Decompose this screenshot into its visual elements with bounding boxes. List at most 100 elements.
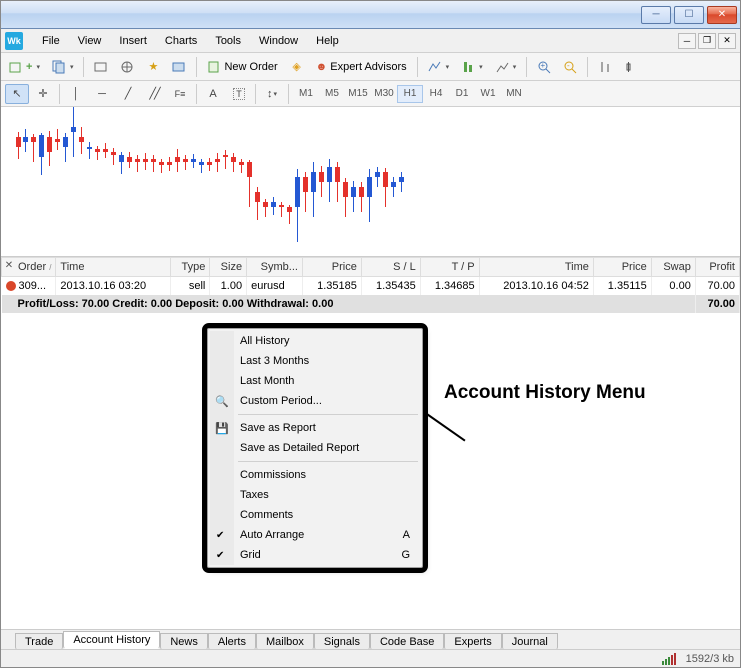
save-icon: 💾 <box>214 420 230 436</box>
timeframe-m5[interactable]: M5 <box>319 85 345 103</box>
menu-tools[interactable]: Tools <box>206 33 250 49</box>
close-button[interactable]: ✕ <box>707 6 737 24</box>
menu-taxes[interactable]: Taxes <box>210 485 420 505</box>
bar-chart-button[interactable] <box>594 56 616 78</box>
chart-area[interactable] <box>1 107 740 257</box>
timeframe-m30[interactable]: M30 <box>371 85 397 103</box>
vertical-line-button[interactable]: │ <box>64 84 88 104</box>
tab-trade[interactable]: Trade <box>15 633 63 650</box>
candle-chart-button[interactable] <box>620 56 642 78</box>
navigator-button[interactable] <box>116 56 138 78</box>
close-panel-button[interactable]: ✕ <box>3 259 15 271</box>
timeframe-mn[interactable]: MN <box>501 85 527 103</box>
metaquotes-button[interactable]: ◈ <box>286 56 308 78</box>
templates-button[interactable]: ▾ <box>491 56 521 78</box>
maximize-button[interactable]: ☐ <box>674 6 704 24</box>
tab-code-base[interactable]: Code Base <box>370 633 444 650</box>
summary-profit: 70.00 <box>695 295 739 313</box>
mdi-minimize-button[interactable]: ─ <box>678 33 696 49</box>
order-icon <box>6 281 16 291</box>
column-header[interactable]: Symb... <box>247 258 303 277</box>
tab-signals[interactable]: Signals <box>314 633 370 650</box>
tab-news[interactable]: News <box>160 633 208 650</box>
cell-price2: 1.35115 <box>593 277 651 296</box>
profiles-button[interactable]: ▾ <box>48 56 78 78</box>
cell-profit: 70.00 <box>695 277 739 296</box>
mdi-close-button[interactable]: ✕ <box>718 33 736 49</box>
column-header[interactable]: Type <box>170 258 210 277</box>
menu-last-3-months[interactable]: Last 3 Months <box>210 351 420 371</box>
cell-price: 1.35185 <box>302 277 361 296</box>
status-kb: 1592/3 kb <box>686 653 734 665</box>
menu-commissions[interactable]: Commissions <box>210 465 420 485</box>
arrows-button[interactable]: ↕▾ <box>260 84 284 104</box>
menu-save-as-report[interactable]: 💾Save as Report <box>210 418 420 438</box>
menu-auto-arrange[interactable]: ✔Auto ArrangeA <box>210 525 420 545</box>
zoom-in-button[interactable]: + <box>533 56 555 78</box>
zoom-out-button[interactable]: - <box>559 56 581 78</box>
mdi-restore-button[interactable]: ❐ <box>698 33 716 49</box>
text-label-button[interactable]: T <box>227 84 251 104</box>
terminal-button[interactable] <box>168 56 190 78</box>
tab-mailbox[interactable]: Mailbox <box>256 633 314 650</box>
timeframe-m15[interactable]: M15 <box>345 85 371 103</box>
tab-experts[interactable]: Experts <box>444 633 501 650</box>
tab-account-history[interactable]: Account History <box>63 631 160 649</box>
column-header[interactable]: Swap <box>651 258 695 277</box>
summary-row: Profit/Loss: 70.00 Credit: 0.00 Deposit:… <box>2 295 740 313</box>
timeframe-m1[interactable]: M1 <box>293 85 319 103</box>
menubar: Wk FileViewInsertChartsToolsWindowHelp ─… <box>1 29 740 53</box>
timeframe-w1[interactable]: W1 <box>475 85 501 103</box>
menu-view[interactable]: View <box>69 33 111 49</box>
column-header[interactable]: Time <box>56 258 170 277</box>
column-header[interactable]: T / P <box>420 258 479 277</box>
check-icon: ✔ <box>216 530 224 541</box>
cell-symbol: eurusd <box>247 277 303 296</box>
column-header[interactable]: Profit <box>695 258 739 277</box>
horizontal-line-button[interactable]: ─ <box>90 84 114 104</box>
indicators-button[interactable]: ▾ <box>424 56 454 78</box>
mdi-controls: ─ ❐ ✕ <box>678 33 736 49</box>
column-header[interactable]: S / L <box>361 258 420 277</box>
periodicity-button[interactable]: ▾ <box>457 56 487 78</box>
cursor-button[interactable]: ↖ <box>5 84 29 104</box>
column-header[interactable]: Price <box>593 258 651 277</box>
menu-window[interactable]: Window <box>250 33 307 49</box>
menu-help[interactable]: Help <box>307 33 348 49</box>
menu-insert[interactable]: Insert <box>110 33 156 49</box>
fibonacci-button[interactable]: F≡ <box>168 84 192 104</box>
drawing-toolbar: ↖ ✛ │ ─ ╱ ╱╱ F≡ A T ↕▾ M1M5M15M30H1H4D1W… <box>1 81 740 107</box>
cell-tp: 1.34685 <box>420 277 479 296</box>
tab-journal[interactable]: Journal <box>502 633 558 650</box>
menu-all-history[interactable]: All History <box>210 331 420 351</box>
market-watch-button[interactable] <box>90 56 112 78</box>
table-row[interactable]: 309... 2013.10.16 03:20 sell 1.00 eurusd… <box>2 277 740 296</box>
menu-last-month[interactable]: Last Month <box>210 371 420 391</box>
expert-advisors-button[interactable]: ☻Expert Advisors <box>312 56 411 78</box>
crosshair-button[interactable]: ✛ <box>31 84 55 104</box>
channel-button[interactable]: ╱╱ <box>142 84 166 104</box>
menu-comments[interactable]: Comments <box>210 505 420 525</box>
column-header[interactable]: Size <box>210 258 247 277</box>
minimize-button[interactable]: ─ <box>641 6 671 24</box>
new-chart-button[interactable]: +▾ <box>5 56 44 78</box>
menu-charts[interactable]: Charts <box>156 33 206 49</box>
trendline-button[interactable]: ╱ <box>116 84 140 104</box>
timeframe-h1[interactable]: H1 <box>397 85 423 103</box>
menu-save-as-detailed-report[interactable]: Save as Detailed Report <box>210 438 420 458</box>
menu-custom-period[interactable]: 🔍Custom Period... <box>210 391 420 411</box>
menu-file[interactable]: File <box>33 33 69 49</box>
data-window-button[interactable]: ★ <box>142 56 164 78</box>
timeframe-h4[interactable]: H4 <box>423 85 449 103</box>
column-header[interactable]: Price <box>302 258 361 277</box>
menu-grid[interactable]: ✔GridG <box>210 545 420 565</box>
cell-time: 2013.10.16 03:20 <box>56 277 170 296</box>
calendar-icon: 🔍 <box>214 393 230 409</box>
column-header[interactable]: Time <box>479 258 593 277</box>
new-order-label: New Order <box>224 61 277 73</box>
check-icon: ✔ <box>216 550 224 561</box>
text-button[interactable]: A <box>201 84 225 104</box>
tab-alerts[interactable]: Alerts <box>208 633 256 650</box>
new-order-button[interactable]: New Order <box>203 56 281 78</box>
timeframe-d1[interactable]: D1 <box>449 85 475 103</box>
